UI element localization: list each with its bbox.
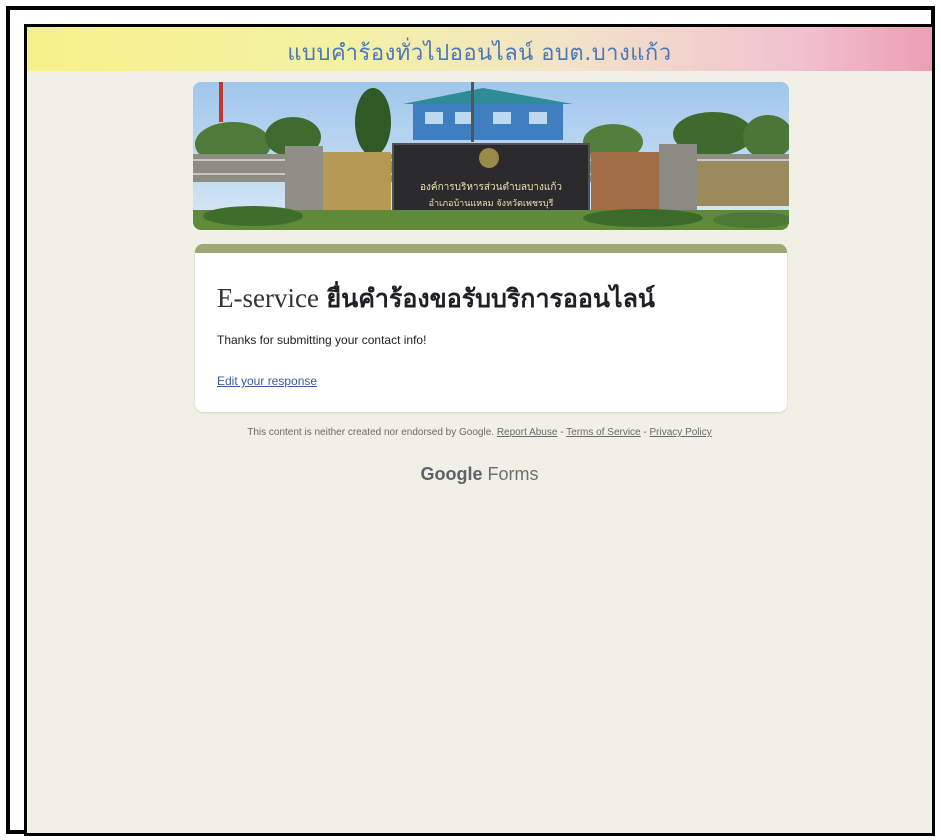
footer-separator: - [557,427,567,438]
form-title: E-service ยื่นคำร้องขอรับบริการออนไลน์ [217,279,655,319]
disclaimer-text: This content is neither created nor endo… [247,427,495,438]
report-abuse-link[interactable]: Report Abuse [497,427,558,438]
banner-title: แบบคำร้องทั่วไปออนไลน์ อบต.บางแก้ว [287,41,672,66]
sign-line1: องค์การบริหารส่วนตำบลบางแก้ว [420,181,562,193]
confirmation-card: E-service ยื่นคำร้องขอรับบริการออนไลน์ T… [195,244,787,412]
sign-line2: อำเภอบ้านแหลม จังหวัดเพชรบุรี [429,198,554,209]
google-forms-logo[interactable]: Google Forms [27,464,932,485]
google-wordmark: Google [420,464,483,484]
form-title-latin: E-service [217,283,319,313]
terms-of-service-link[interactable]: Terms of Service [566,427,640,438]
outer-frame: แบบคำร้องทั่วไปออนไลน์ อบต.บางแก้ว องค์ก… [6,6,935,836]
top-banner: แบบคำร้องทั่วไปออนไลน์ อบต.บางแก้ว [27,27,932,71]
page-viewport: แบบคำร้องทั่วไปออนไลน์ อบต.บางแก้ว องค์ก… [24,24,935,836]
header-photo: องค์การบริหารส่วนตำบลบางแก้ว อำเภอบ้านแห… [193,82,789,230]
form-title-thai: ยื่นคำร้องขอรับบริการออนไลน์ [326,284,656,313]
footer-disclaimer: This content is neither created nor endo… [27,427,932,438]
footer-separator: - [640,427,650,438]
confirmation-message: Thanks for submitting your contact info! [217,333,427,347]
privacy-policy-link[interactable]: Privacy Policy [650,427,712,438]
edit-response-link[interactable]: Edit your response [217,374,317,388]
forms-wordmark: Forms [487,464,539,484]
